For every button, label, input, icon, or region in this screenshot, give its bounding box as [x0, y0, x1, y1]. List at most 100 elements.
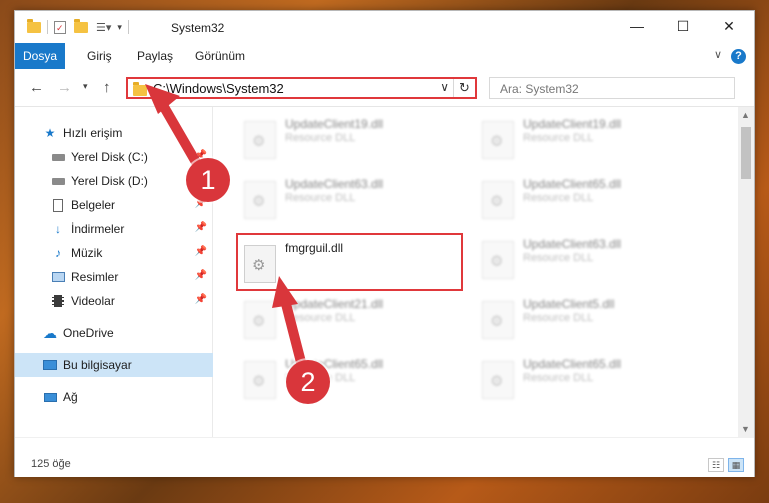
dll-file-icon — [482, 301, 514, 339]
pictures-icon — [51, 270, 65, 284]
pin-icon[interactable]: 📌 — [195, 270, 207, 281]
nav-item-network[interactable]: Ağ — [15, 385, 213, 409]
close-button[interactable]: ✕ — [706, 11, 752, 41]
nav-item-label: Belgeler — [71, 198, 116, 212]
file-item[interactable]: UpdateClient65.dll Resource DLL — [476, 171, 701, 227]
file-type: Resource DLL — [523, 372, 594, 384]
maximize-icon: ☐ — [676, 17, 690, 34]
file-item[interactable]: UpdateClient63.dll Resource DLL — [238, 171, 463, 227]
file-item[interactable]: UpdateClient19.dll Resource DLL — [476, 111, 701, 167]
nav-item-label: Yerel Disk (D:) — [71, 174, 148, 188]
nav-item-pictures[interactable]: Resimler 📌 — [15, 265, 213, 289]
nav-item-label: Ağ — [63, 390, 78, 404]
recent-locations-icon[interactable]: ▾ — [83, 81, 88, 92]
scrollbar-thumb[interactable] — [741, 127, 751, 179]
folder-icon — [27, 18, 41, 33]
scroll-down-icon[interactable]: ▼ — [741, 424, 750, 434]
file-type: Resource DLL — [285, 132, 356, 144]
nav-item-disk-d[interactable]: Yerel Disk (D:) — [15, 169, 213, 193]
new-folder-icon[interactable] — [74, 18, 88, 33]
large-icons-view-icon[interactable]: ▦ — [728, 458, 744, 472]
pin-icon[interactable]: 📌 — [195, 246, 207, 257]
explorer-window: ✓ ☰▾ ▾ System32 — ☐ ✕ Dosya Giriş Paylaş… — [14, 10, 755, 477]
nav-item-music[interactable]: ♪ Müzik 📌 — [15, 241, 213, 265]
computer-icon — [43, 358, 57, 372]
star-icon: ★ — [44, 126, 56, 140]
minimize-button[interactable]: — — [614, 11, 660, 41]
tab-home[interactable]: Giriş — [77, 43, 122, 69]
pin-icon[interactable]: 📌 — [195, 294, 207, 305]
dll-file-icon — [482, 181, 514, 219]
refresh-icon[interactable]: ↻ — [453, 79, 475, 97]
file-item[interactable]: UpdateClient65.dll Resource DLL — [238, 351, 463, 407]
maximize-button[interactable]: ☐ — [660, 11, 706, 41]
step-1-badge: 1 — [186, 158, 230, 202]
file-item[interactable]: UpdateClient65.dll Resource DLL — [476, 351, 701, 407]
file-name: UpdateClient65.dll — [523, 177, 622, 191]
dll-file-icon — [482, 361, 514, 399]
address-bar[interactable]: C:\Windows\System32 ∨ ↻ — [126, 77, 477, 99]
nav-item-quick-access[interactable]: ★ Hızlı erişim — [15, 121, 213, 145]
nav-item-label: Yerel Disk (C:) — [71, 150, 148, 164]
dll-file-icon — [244, 361, 276, 399]
nav-item-videos[interactable]: Videolar 📌 — [15, 289, 213, 313]
forward-arrow-icon[interactable]: → — [57, 79, 72, 96]
videos-icon — [51, 294, 65, 308]
expand-ribbon-icon[interactable]: ∨ — [714, 48, 722, 61]
cloud-icon: ☁ — [43, 324, 57, 341]
customize-toolbar-icon[interactable]: ▾ — [117, 22, 122, 33]
file-type: Resource DLL — [523, 252, 594, 264]
vertical-scrollbar[interactable]: ▲ ▼ — [738, 107, 754, 437]
file-type: Resource DLL — [523, 312, 594, 324]
nav-item-label: Müzik — [71, 246, 103, 260]
title-bar: ✓ ☰▾ ▾ System32 — ☐ ✕ — [15, 11, 754, 43]
nav-item-label: Bu bilgisayar — [63, 358, 132, 372]
nav-item-downloads[interactable]: ↓ İndirmeler 📌 — [15, 217, 213, 241]
help-icon[interactable]: ? — [731, 49, 746, 64]
back-arrow-icon[interactable]: ← — [29, 79, 44, 96]
dll-file-icon — [244, 301, 276, 339]
address-row: ← → ▾ ↑ C:\Windows\System32 ∨ ↻ Ara: Sys… — [15, 69, 754, 107]
nav-item-label: İndirmeler — [71, 222, 125, 236]
drive-icon — [51, 174, 65, 188]
layout-icon[interactable]: ☰▾ — [96, 21, 111, 34]
properties-icon[interactable]: ✓ — [54, 20, 66, 34]
file-item[interactable]: UpdateClient63.dll Resource DLL — [476, 231, 701, 287]
nav-item-onedrive[interactable]: ☁ OneDrive — [15, 321, 213, 345]
file-name: UpdateClient21.dll — [285, 297, 384, 311]
navigation-pane: ★ Hızlı erişim Yerel Disk (C:) 📌 Yerel D… — [15, 107, 213, 437]
nav-item-label: Videolar — [71, 294, 115, 308]
dll-file-icon — [244, 181, 276, 219]
nav-item-disk-c[interactable]: Yerel Disk (C:) 📌 — [15, 145, 213, 169]
file-type: Resource DLL — [285, 192, 356, 204]
up-arrow-icon[interactable]: ↑ — [103, 79, 111, 96]
search-placeholder: Ara: System32 — [500, 82, 579, 96]
scroll-up-icon[interactable]: ▲ — [741, 110, 750, 120]
pin-icon[interactable]: 📌 — [195, 222, 207, 233]
nav-item-this-pc[interactable]: Bu bilgisayar — [15, 353, 213, 377]
file-type: Resource DLL — [523, 192, 594, 204]
dll-file-icon — [482, 121, 514, 159]
file-name: UpdateClient19.dll — [523, 117, 622, 131]
search-input[interactable]: Ara: System32 — [489, 77, 735, 99]
file-highlight-box — [236, 233, 463, 291]
status-bar: 125 öğe ☷ ▦ — [15, 437, 754, 477]
file-name: UpdateClient65.dll — [523, 357, 622, 371]
documents-icon — [51, 198, 65, 212]
file-item[interactable]: UpdateClient19.dll Resource DLL — [238, 111, 463, 167]
file-item[interactable]: UpdateClient21.dll Resource DLL — [238, 291, 463, 347]
drive-icon — [51, 150, 65, 164]
dll-file-icon — [244, 121, 276, 159]
folder-icon — [133, 82, 147, 96]
file-item[interactable]: UpdateClient5.dll Resource DLL — [476, 291, 701, 347]
chevron-down-icon[interactable]: ∨ — [440, 80, 449, 94]
nav-item-documents[interactable]: Belgeler 📌 — [15, 193, 213, 217]
window-title: System32 — [171, 21, 225, 35]
quick-access-toolbar: ✓ ☰▾ ▾ — [27, 18, 135, 34]
nav-item-label: Hızlı erişim — [63, 126, 123, 140]
details-view-icon[interactable]: ☷ — [708, 458, 724, 472]
nav-item-label: Resimler — [71, 270, 119, 284]
close-icon: ✕ — [723, 17, 735, 34]
tab-view[interactable]: Görünüm — [185, 43, 255, 69]
tab-share[interactable]: Paylaş — [127, 43, 183, 69]
